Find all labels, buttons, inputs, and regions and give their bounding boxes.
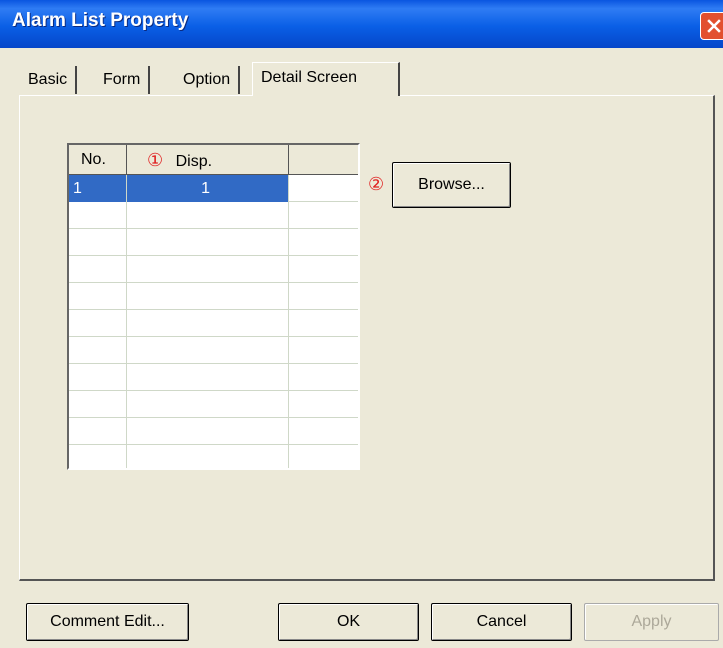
table-cell-disp[interactable] bbox=[127, 418, 289, 445]
table-row[interactable] bbox=[69, 391, 358, 418]
tab-detail-screen[interactable]: Detail Screen bbox=[252, 62, 400, 96]
grid-header: No. ① Disp. bbox=[69, 145, 358, 175]
table-row[interactable] bbox=[69, 445, 358, 468]
table-cell-no[interactable] bbox=[69, 445, 127, 468]
table-cell-disp[interactable] bbox=[127, 229, 289, 256]
table-cell-no[interactable] bbox=[69, 202, 127, 229]
close-icon bbox=[707, 19, 721, 33]
table-cell-extra[interactable] bbox=[289, 337, 358, 364]
table-cell-extra[interactable] bbox=[289, 418, 358, 445]
apply-button[interactable]: Apply bbox=[584, 603, 719, 641]
cancel-button[interactable]: Cancel bbox=[431, 603, 572, 641]
table-cell-disp[interactable] bbox=[127, 445, 289, 468]
table-cell-disp[interactable] bbox=[127, 283, 289, 310]
table-row[interactable] bbox=[69, 229, 358, 256]
table-row[interactable]: 11 bbox=[69, 175, 358, 202]
table-cell-disp[interactable]: 1 bbox=[127, 175, 289, 202]
column-header-extra[interactable] bbox=[289, 145, 358, 175]
close-button[interactable] bbox=[700, 12, 723, 40]
table-cell-disp[interactable] bbox=[127, 310, 289, 337]
table-cell-disp[interactable] bbox=[127, 391, 289, 418]
table-cell-extra[interactable] bbox=[289, 256, 358, 283]
table-cell-extra[interactable] bbox=[289, 283, 358, 310]
tab-option[interactable]: Option bbox=[175, 66, 241, 94]
column-header-no[interactable]: No. bbox=[69, 145, 127, 175]
table-cell-no[interactable] bbox=[69, 391, 127, 418]
table-cell-no[interactable] bbox=[69, 364, 127, 391]
table-cell-extra[interactable] bbox=[289, 391, 358, 418]
table-cell-extra[interactable] bbox=[289, 229, 358, 256]
table-cell-extra[interactable] bbox=[289, 364, 358, 391]
table-cell-no[interactable] bbox=[69, 418, 127, 445]
table-cell-no[interactable] bbox=[69, 337, 127, 364]
window-title: Alarm List Property bbox=[12, 10, 189, 31]
comment-edit-button[interactable]: Comment Edit... bbox=[26, 603, 189, 641]
table-cell-no[interactable] bbox=[69, 283, 127, 310]
table-row[interactable] bbox=[69, 364, 358, 391]
column-header-disp-label: Disp. bbox=[175, 153, 213, 170]
browse-button[interactable]: Browse... bbox=[392, 162, 511, 208]
ok-button[interactable]: OK bbox=[278, 603, 419, 641]
table-cell-extra[interactable] bbox=[289, 175, 358, 202]
detail-screen-grid[interactable]: No. ① Disp. 11 bbox=[67, 143, 360, 470]
table-cell-no[interactable] bbox=[69, 256, 127, 283]
table-cell-no[interactable] bbox=[69, 229, 127, 256]
table-row[interactable] bbox=[69, 310, 358, 337]
table-cell-disp[interactable] bbox=[127, 202, 289, 229]
column-header-disp[interactable]: ① Disp. bbox=[127, 145, 289, 175]
table-row[interactable] bbox=[69, 418, 358, 445]
table-row[interactable] bbox=[69, 283, 358, 310]
table-cell-no[interactable]: 1 bbox=[69, 175, 127, 202]
table-cell-no[interactable] bbox=[69, 310, 127, 337]
table-cell-disp[interactable] bbox=[127, 256, 289, 283]
tab-form[interactable]: Form bbox=[95, 66, 151, 94]
table-row[interactable] bbox=[69, 337, 358, 364]
table-cell-disp[interactable] bbox=[127, 364, 289, 391]
table-row[interactable] bbox=[69, 256, 358, 283]
tab-basic[interactable]: Basic bbox=[20, 66, 78, 94]
table-cell-disp[interactable] bbox=[127, 337, 289, 364]
table-cell-extra[interactable] bbox=[289, 310, 358, 337]
table-cell-extra[interactable] bbox=[289, 202, 358, 229]
title-bar[interactable]: Alarm List Property bbox=[0, 0, 723, 48]
table-row[interactable] bbox=[69, 202, 358, 229]
marker-2: ② bbox=[368, 174, 385, 194]
table-cell-extra[interactable] bbox=[289, 445, 358, 468]
marker-1: ① bbox=[147, 150, 164, 170]
